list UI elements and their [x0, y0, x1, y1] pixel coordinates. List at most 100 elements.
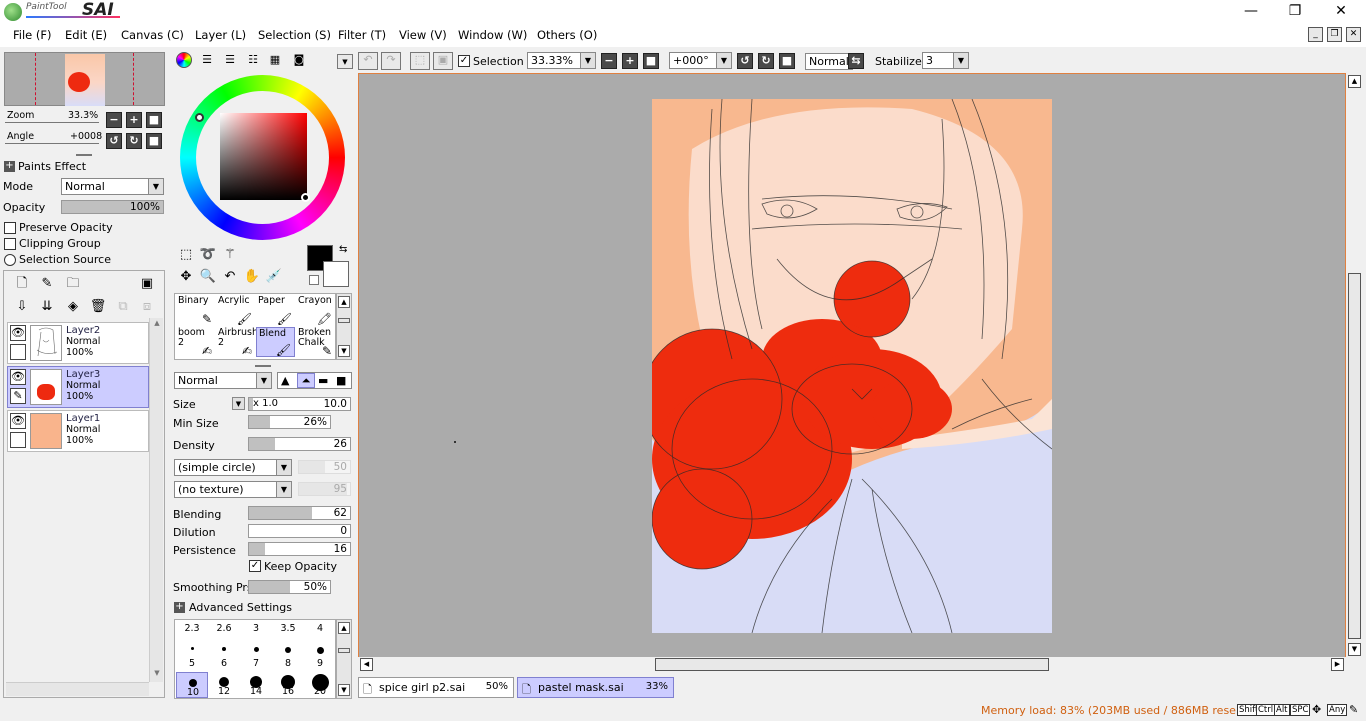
collapse-panel-button[interactable]: ▼ — [337, 54, 353, 69]
zoom-in-button[interactable]: + — [126, 112, 142, 128]
selection-visible-checkbox[interactable]: ✓ — [458, 55, 470, 67]
size-dropdown-arrow[interactable]: ▼ — [232, 397, 245, 410]
brush-size-preset[interactable]: 6 — [208, 646, 240, 672]
angle-select[interactable]: +000° ▼ — [669, 52, 732, 69]
delete-layer-icon[interactable]: 🗑 — [89, 298, 107, 316]
rotate-reset-button[interactable]: ■ — [146, 133, 162, 149]
mdi-restore-button[interactable]: ❐ — [1327, 27, 1342, 42]
texture-select[interactable]: (no texture) ▼ — [174, 481, 292, 498]
brush-size-preset[interactable]: 16 — [272, 672, 304, 698]
document-tab-pastel-mask[interactable]: 🗋 pastel mask.sai 33% — [517, 677, 674, 698]
rgb-slider-tab-icon[interactable]: ☰ — [198, 51, 216, 69]
rotate-right-button[interactable]: ↻ — [126, 133, 142, 149]
layer-lock-box[interactable] — [10, 432, 26, 448]
canvas-hscrollbar[interactable]: ◀ ▶ — [358, 657, 1346, 673]
navigator-preview[interactable] — [4, 52, 165, 106]
brush-boom[interactable]: boom 2 ✍ — [176, 327, 215, 358]
layer-scrollbar[interactable]: ▲ ▼ — [149, 318, 163, 682]
menu-canvas[interactable]: Canvas (C) — [121, 28, 184, 42]
layer-item-layer1[interactable]: 👁 Layer1 Normal 100% — [7, 410, 149, 452]
brush-broken-chalk[interactable]: Broken Chalk ✎ — [296, 327, 335, 358]
new-linework-layer-icon[interactable]: ✎ — [38, 275, 56, 293]
menu-filter[interactable]: Filter (T) — [338, 28, 386, 42]
brush-size-preset[interactable]: 12 — [208, 672, 240, 698]
panel-grip[interactable] — [255, 365, 271, 367]
dilution-slider[interactable]: 0 — [248, 524, 351, 538]
view-mode-select[interactable]: Normal — [805, 53, 853, 70]
brush-shape-select[interactable]: (simple circle) ▼ — [174, 459, 292, 476]
blending-slider[interactable]: 62 — [248, 506, 351, 520]
shape-square-icon[interactable]: ■ — [336, 374, 346, 387]
visibility-eye-icon[interactable]: 👁 — [10, 325, 26, 341]
stabilizer-select[interactable]: 3 ▼ — [922, 52, 969, 69]
toolbar-zoom-out-button[interactable]: − — [601, 53, 617, 69]
new-layer-icon[interactable]: 🗋 — [13, 275, 31, 293]
flip-horizontal-button[interactable]: ⇆ — [848, 53, 864, 69]
advanced-settings-label[interactable]: Advanced Settings — [189, 601, 292, 614]
brush-size-preset[interactable]: 3 — [240, 620, 272, 646]
toolbar-zoom-in-button[interactable]: + — [622, 53, 638, 69]
menu-selection[interactable]: Selection (S) — [258, 28, 331, 42]
sv-picker-marker[interactable] — [301, 193, 310, 202]
color-palette-tab-icon[interactable]: ☷ — [244, 51, 262, 69]
hsv-slider-tab-icon[interactable]: ☰ — [221, 51, 239, 69]
canvas-vscrollbar[interactable]: ▲ ▼ — [1346, 73, 1364, 658]
mdi-minimize-button[interactable]: _ — [1308, 27, 1323, 42]
undo-button[interactable]: ↶ — [358, 52, 378, 70]
mdi-close-button[interactable]: ✕ — [1346, 27, 1361, 42]
visibility-eye-icon[interactable]: 👁 — [10, 369, 26, 385]
brush-paper[interactable]: Paper 🖌 — [256, 295, 295, 326]
paints-effect-expand-icon[interactable]: + — [4, 161, 15, 172]
zoom-select[interactable]: 33.33% ▼ — [527, 52, 596, 69]
hue-picker-marker[interactable] — [195, 113, 204, 122]
brush-size-preset[interactable]: 20 — [304, 672, 336, 698]
density-slider[interactable]: 26 — [248, 437, 351, 451]
toolbar-zoom-reset-button[interactable]: ■ — [643, 53, 659, 69]
visibility-eye-icon[interactable]: 👁 — [10, 413, 26, 429]
new-folder-icon[interactable]: 🗀 — [64, 275, 82, 293]
layer-item-layer3[interactable]: 👁 ✎ Layer3 Normal 100% — [7, 366, 149, 408]
menu-view[interactable]: View (V) — [399, 28, 447, 42]
layer-lock-box[interactable] — [10, 344, 26, 360]
brush-size-preset[interactable]: 10 — [176, 672, 208, 698]
secondary-color-swatch[interactable] — [323, 261, 349, 287]
advanced-settings-expand-icon[interactable]: + — [174, 602, 185, 613]
opacity-slider[interactable]: 100% — [61, 200, 164, 214]
canvas-viewport[interactable] — [358, 73, 1346, 658]
brush-shape-selector[interactable]: ▲ ⏶ ▬ ■ — [277, 372, 352, 389]
redo-button[interactable]: ↷ — [381, 52, 401, 70]
invert-selection-button[interactable]: ▣ — [433, 52, 453, 70]
move-icon[interactable]: ✥ — [177, 268, 195, 286]
swatches-tab-icon[interactable]: ▦ — [266, 51, 284, 69]
transfer-down-icon[interactable]: ⇩ — [13, 298, 31, 316]
hand-icon[interactable]: ✋ — [243, 268, 261, 286]
preserve-opacity-checkbox[interactable] — [4, 222, 16, 234]
layer-mask-icon[interactable]: ▣ — [138, 275, 156, 293]
swap-colors-icon[interactable]: ⇆ — [339, 244, 347, 255]
mode-select[interactable]: Normal ▼ — [61, 178, 164, 195]
merge-down-icon[interactable]: ⇊ — [38, 298, 56, 316]
brush-size-preset[interactable]: 4 — [304, 620, 336, 646]
brush-size-preset[interactable]: 8 — [272, 646, 304, 672]
brush-binary[interactable]: Binary ✎ — [176, 295, 215, 326]
brush-size-preset[interactable]: 7 — [240, 646, 272, 672]
maximize-button[interactable]: ❐ — [1272, 0, 1318, 25]
smoothing-slider[interactable]: 50% — [248, 580, 331, 594]
color-wheel-tab-icon[interactable] — [176, 52, 192, 68]
shape-round-icon[interactable]: ⏶ — [297, 373, 315, 388]
zoom-out-button[interactable]: − — [106, 112, 122, 128]
rect-select-icon[interactable]: ⬚ — [177, 246, 195, 264]
transparent-color-icon[interactable] — [309, 275, 319, 285]
shape-sharp-icon[interactable]: ▲ — [281, 374, 289, 387]
clear-layer-icon[interactable]: ◈ — [64, 298, 82, 316]
brush-size-preset[interactable]: 9 — [304, 646, 336, 672]
brush-crayon[interactable]: Crayon 🖍 — [296, 295, 335, 326]
brush-grid-scrollbar[interactable]: ▲ ▼ — [336, 293, 352, 360]
shape-flat-icon[interactable]: ▬ — [318, 374, 328, 387]
saturation-value-square[interactable] — [220, 113, 307, 200]
keep-opacity-checkbox[interactable]: ✓ — [249, 560, 261, 572]
lasso-icon[interactable]: ➰ — [199, 246, 217, 264]
toolbar-rotate-right-button[interactable]: ↻ — [758, 53, 774, 69]
menu-edit[interactable]: Edit (E) — [65, 28, 107, 42]
toolbar-rotate-left-button[interactable]: ↺ — [737, 53, 753, 69]
